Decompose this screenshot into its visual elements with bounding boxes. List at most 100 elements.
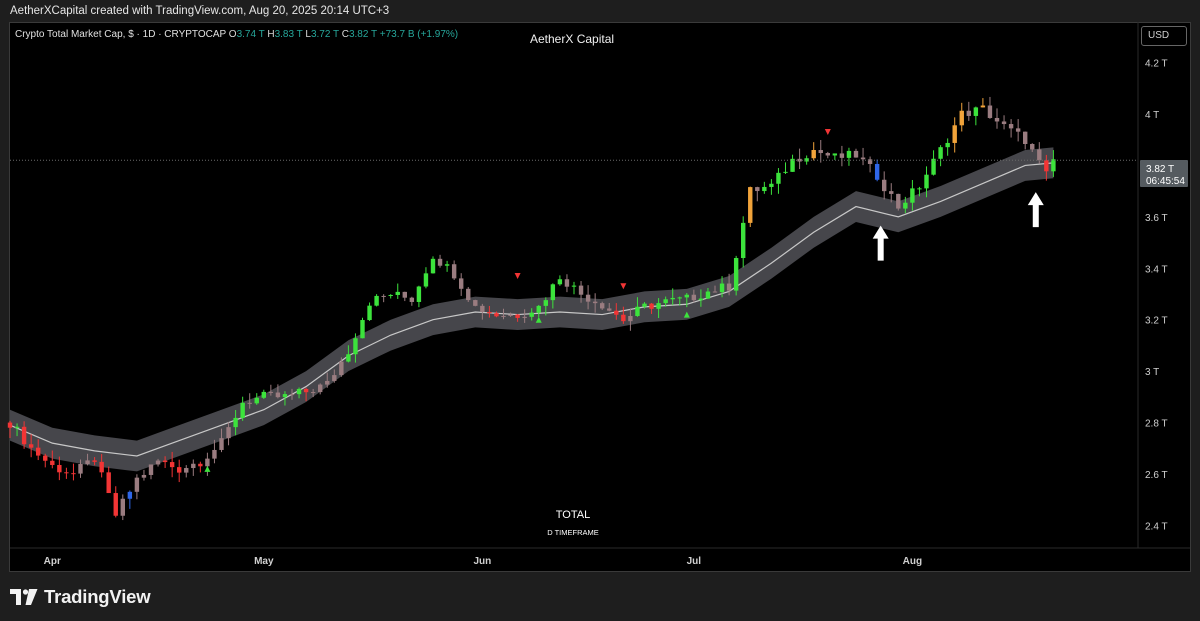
candle-body (310, 392, 316, 394)
price-axis[interactable]: 4.2 T4 T3.8 T3.6 T3.4 T3.2 T3 T2.8 T2.6 … (1145, 59, 1168, 533)
candle-body (733, 258, 739, 291)
candle-body (691, 294, 697, 301)
last-price-value: 3.82 T (1146, 164, 1174, 175)
candle-body (466, 288, 471, 301)
candle-body (1001, 121, 1007, 125)
candle-body (148, 464, 154, 475)
candle-body (487, 312, 492, 314)
candle-body (748, 187, 753, 223)
candle-body (931, 158, 936, 175)
candle-body (416, 286, 422, 302)
y-tick-label: 2.8 T (1145, 419, 1168, 430)
candle-body (529, 312, 534, 317)
bottom-timeframe-label: D TIMEFRAME (547, 528, 599, 537)
candle-body (924, 174, 929, 189)
candle-body (430, 258, 436, 274)
change-value: +73.7 B (+1.97%) (379, 29, 459, 40)
candle-body (85, 460, 90, 465)
sell-signal-marker (620, 283, 627, 290)
candle-body (303, 388, 309, 393)
candle-body (28, 444, 34, 448)
candle-body (959, 110, 964, 126)
candle-body (571, 285, 577, 287)
candle-body (177, 467, 182, 473)
candle-body (741, 222, 746, 259)
candle-body (896, 193, 901, 209)
candle-body (212, 449, 217, 459)
candle-body (973, 107, 979, 116)
candle-body (790, 158, 795, 172)
candle-body (719, 283, 725, 293)
candle-body (50, 460, 55, 465)
symbol-legend[interactable]: Crypto Total Market Cap, $ · 1D · CRYPTO… (15, 29, 458, 40)
time-axis[interactable]: Apr May Jun Jul Aug (44, 556, 922, 567)
x-tick-label: Apr (44, 556, 61, 567)
candle-body (261, 391, 266, 398)
candle-body (987, 105, 993, 118)
currency-button[interactable]: USD (1141, 26, 1187, 46)
candle-body (698, 298, 704, 301)
candle-body (564, 279, 570, 287)
candle-body (945, 142, 950, 148)
candle-body (409, 297, 415, 302)
candle-body (402, 291, 407, 298)
candle-body (635, 306, 640, 317)
candle-body (64, 472, 69, 474)
candle-body (226, 427, 231, 439)
candle-body (7, 422, 13, 428)
bottom-symbol-label: TOTAL (556, 509, 590, 521)
candle-body (113, 493, 118, 516)
candle-body (459, 278, 464, 289)
candle-body (423, 273, 429, 287)
candle-body (494, 313, 499, 317)
candle-body (254, 397, 259, 404)
candle-body (339, 361, 344, 376)
candle-body (92, 460, 97, 462)
x-tick-label: Jul (687, 556, 702, 567)
candle-body (444, 264, 450, 266)
candle-body (607, 308, 612, 311)
candle-body (1037, 149, 1042, 161)
candle-body (501, 315, 506, 317)
candle-body (127, 491, 133, 499)
sell-signal-marker (514, 273, 521, 279)
candle-body (99, 461, 104, 473)
candle-body (1023, 131, 1028, 145)
candle-body (938, 147, 943, 159)
candle-body (325, 380, 330, 385)
candle-body (585, 294, 591, 302)
candle-body (247, 402, 252, 404)
candle-body (874, 163, 880, 180)
candle-body (818, 150, 823, 154)
candle-body (952, 125, 957, 143)
candle-body (832, 153, 838, 156)
candle-body (451, 264, 457, 279)
candle-body (966, 110, 971, 116)
y-tick-label: 3.4 T (1145, 264, 1168, 275)
candle-body (198, 463, 203, 467)
symbol-title: Crypto Total Market Cap, $ · 1D · CRYPTO… (15, 29, 227, 40)
candle-body (480, 305, 485, 313)
candle-body (57, 464, 62, 473)
candle-body (275, 392, 281, 398)
tradingview-logo-icon (10, 589, 38, 605)
candle-body (71, 473, 76, 475)
candle-body (1015, 128, 1021, 132)
y-tick-label: 4.2 T (1145, 59, 1168, 70)
tradingview-logo[interactable]: TradingView (10, 584, 151, 610)
candle-body (1044, 160, 1049, 172)
candle-body (649, 303, 654, 309)
candle-body (360, 320, 365, 339)
candle-body (663, 299, 668, 304)
candle-body (318, 384, 323, 393)
candle-body (1030, 144, 1035, 150)
candle-body (903, 202, 908, 209)
candle-body (882, 179, 887, 192)
candle-body (776, 172, 781, 184)
candle-body (233, 417, 238, 428)
candle-body (536, 305, 541, 313)
price-chart[interactable]: 4.2 T4 T3.8 T3.6 T3.4 T3.2 T3 T2.8 T2.6 … (0, 0, 1200, 621)
candle-body (994, 117, 1000, 122)
candle-body (846, 150, 852, 158)
candle-body (726, 283, 732, 291)
